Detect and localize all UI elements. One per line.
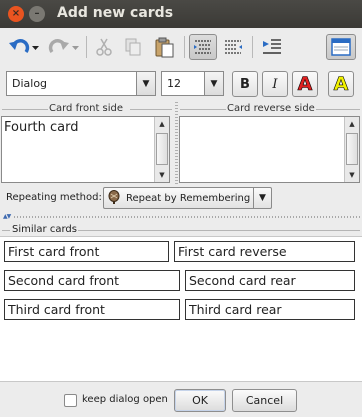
font-size-value: 12 [167, 77, 181, 90]
front-scrollbar[interactable]: ▲ ▼ [154, 117, 169, 182]
similar-cards-title: Similar cards [12, 224, 77, 235]
scroll-up-icon[interactable]: ▲ [345, 117, 359, 131]
similar-card-front[interactable]: First card front [4, 241, 169, 262]
undo-icon [9, 39, 39, 54]
scroll-down-icon[interactable]: ▼ [345, 168, 359, 182]
toolbar-separator [86, 36, 87, 58]
split-divider[interactable]: ▲▼ [0, 213, 362, 220]
collapse-arrows-icon[interactable]: ▲▼ [3, 213, 11, 220]
text-align-alt-button[interactable] [219, 34, 247, 60]
paste-icon [155, 37, 174, 58]
text-align-button[interactable] [189, 34, 217, 60]
dialog-footer: keep dialog open OK Cancel [0, 382, 362, 417]
redo-icon [48, 39, 79, 54]
similar-cards-list: First card front First card reverse Seco… [0, 236, 362, 382]
window-title: Add new cards [57, 5, 174, 21]
minimize-window-button[interactable]: – [29, 6, 45, 22]
italic-button[interactable]: I [262, 71, 288, 97]
keep-dialog-open-label[interactable]: keep dialog open [82, 394, 168, 405]
label-rule [130, 109, 172, 110]
label-rule [316, 109, 360, 110]
cut-icon [96, 38, 112, 56]
toolbar [0, 28, 362, 66]
scroll-up-icon[interactable]: ▲ [155, 117, 169, 131]
repeating-method-row: Repeating method: Repeat by Remembering … [0, 184, 362, 212]
similar-card-reverse[interactable]: Second card rear [185, 270, 355, 291]
similar-cards-section: Similar cards First card front First car… [0, 222, 362, 382]
reverse-side-editor[interactable]: ▲ ▼ [179, 116, 360, 183]
highlight-color-button[interactable]: A [328, 71, 354, 97]
similar-card-reverse[interactable]: Third card rear [185, 299, 355, 320]
close-window-button[interactable]: × [8, 6, 24, 22]
label-rule [78, 230, 360, 231]
divider-grip [14, 216, 362, 218]
window-layout-icon [331, 38, 351, 56]
card-sides: Card front side Fourth card ▲ ▼ Card rev… [0, 102, 362, 184]
insert-indent-button[interactable] [257, 34, 287, 60]
repeating-method-select[interactable]: Repeat by Remembering ▼ [103, 187, 272, 209]
similar-card-front[interactable]: Second card front [4, 270, 180, 291]
format-toolbar: Dialog ▼ 12 ▼ B I A A [0, 66, 362, 102]
front-side-text: Fourth card [4, 120, 79, 135]
repeating-method-label: Repeating method: [6, 192, 102, 203]
title-bar: × – Add new cards [0, 0, 362, 28]
paste-button[interactable] [149, 34, 179, 60]
toolbar-separator [252, 36, 253, 58]
cut-button[interactable] [91, 34, 117, 60]
scroll-down-icon[interactable]: ▼ [155, 168, 169, 182]
reverse-scrollbar[interactable]: ▲ ▼ [344, 117, 359, 182]
text-color-label: A [297, 73, 313, 96]
front-side-label: Card front side [49, 103, 124, 114]
label-rule [2, 109, 48, 110]
front-side-editor[interactable]: Fourth card ▲ ▼ [1, 116, 170, 183]
copy-icon [125, 38, 141, 56]
brain-icon [104, 189, 122, 207]
text-align-icon [194, 40, 211, 54]
window-layout-button[interactable] [326, 34, 356, 60]
chevron-down-icon[interactable]: ▼ [204, 72, 223, 95]
text-color-button[interactable]: A [292, 71, 318, 97]
chevron-down-icon[interactable]: ▼ [136, 72, 155, 95]
reverse-side-label: Card reverse side [227, 103, 315, 114]
undo-button[interactable] [4, 34, 42, 60]
repeating-method-value: Repeat by Remembering [126, 192, 251, 204]
copy-button[interactable] [120, 34, 146, 60]
chevron-down-icon[interactable]: ▼ [253, 188, 271, 208]
label-rule [2, 230, 10, 231]
font-family-value: Dialog [12, 77, 48, 90]
ok-button[interactable]: OK [174, 389, 226, 412]
keep-dialog-open-checkbox[interactable] [64, 394, 77, 407]
italic-label: I [272, 76, 278, 92]
scroll-thumb[interactable] [346, 133, 358, 165]
label-rule [180, 109, 226, 110]
similar-card-reverse[interactable]: First card reverse [174, 241, 355, 262]
bold-button[interactable]: B [232, 71, 258, 97]
sides-splitter[interactable] [175, 102, 178, 184]
insert-indent-icon [263, 39, 281, 54]
scroll-thumb[interactable] [156, 133, 168, 165]
similar-card-front[interactable]: Third card front [4, 299, 180, 320]
redo-button[interactable] [44, 34, 82, 60]
cancel-button[interactable]: Cancel [232, 389, 297, 412]
highlight-color-label: A [333, 73, 349, 96]
font-family-select[interactable]: Dialog ▼ [6, 71, 156, 96]
font-size-select[interactable]: 12 ▼ [161, 71, 224, 96]
text-align-alt-icon [225, 40, 242, 54]
bold-label: B [240, 76, 250, 92]
toolbar-separator [184, 36, 185, 58]
